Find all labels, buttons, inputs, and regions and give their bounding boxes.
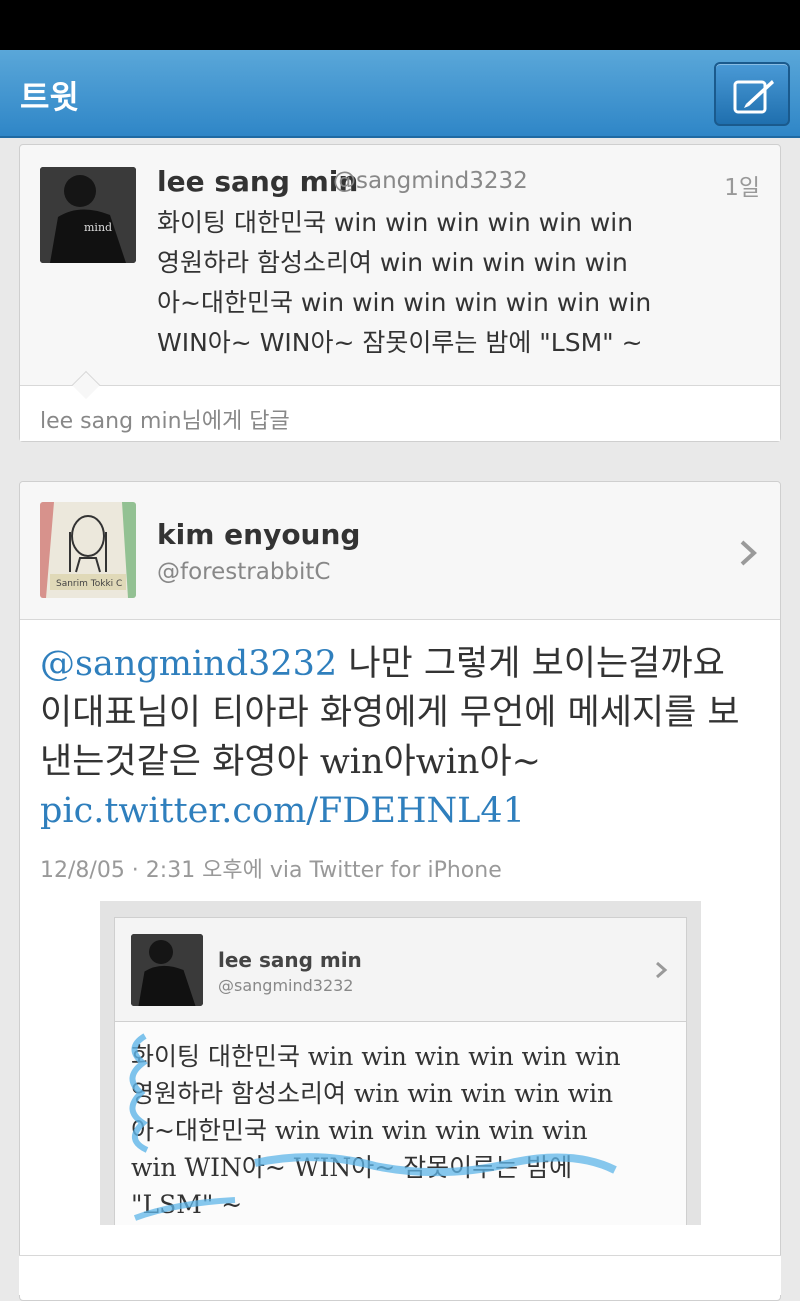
avatar[interactable]: Sanrim Tokki C (40, 502, 136, 598)
status-bar (0, 0, 800, 50)
blue-scribble (129, 1033, 617, 1221)
page-title: 트윗 (20, 78, 79, 116)
compose-button[interactable] (714, 62, 790, 126)
svg-text:mind: mind (84, 221, 112, 234)
tweet-text: 화이팅 대한민국 win win win win win win 영원하라 함성… (157, 208, 652, 357)
user-handle: @forestrabbitC (157, 559, 331, 585)
svg-text:Sanrim Tokki C: Sanrim Tokki C (56, 579, 122, 589)
compose-icon (733, 80, 774, 114)
reply-tweet-card[interactable]: mind lee sang min @sangmind3232 1일 화이팅 대… (19, 144, 781, 442)
avatar[interactable]: mind (40, 167, 136, 263)
user-handle: @sangmind3232 (333, 168, 528, 194)
tweet-text: @sangmind3232 나만 그렇게 보이는걸까요 이대표님이 티아라 화영… (40, 640, 760, 836)
photo-tweet-card: lee sang min @sangmind3232 화이팅 대한민국 win … (114, 917, 687, 1225)
app-bar: 트윗 (0, 50, 800, 138)
chevron-right-icon (740, 540, 757, 566)
divider (20, 385, 780, 386)
pic-link[interactable]: pic.twitter.com/FDEHNL41 (40, 791, 525, 831)
tweet-time: 1일 (724, 175, 760, 201)
user-header[interactable]: Sanrim Tokki C kim enyoung @forestrabbit… (20, 482, 780, 620)
mention-link[interactable]: @sangmind3232 (40, 644, 337, 684)
attached-photo[interactable]: lee sang min @sangmind3232 화이팅 대한민국 win … (100, 901, 701, 1225)
tweet-meta: 12/8/05 · 2:31 오후에 via Twitter for iPhon… (40, 858, 502, 883)
user-name: kim enyoung (157, 518, 361, 551)
user-name: lee sang min (157, 165, 359, 198)
reply-to-label: lee sang min님에게 답글 (40, 409, 290, 434)
next-card (19, 1255, 781, 1295)
main-tweet-card: Sanrim Tokki C kim enyoung @forestrabbit… (19, 481, 781, 1301)
